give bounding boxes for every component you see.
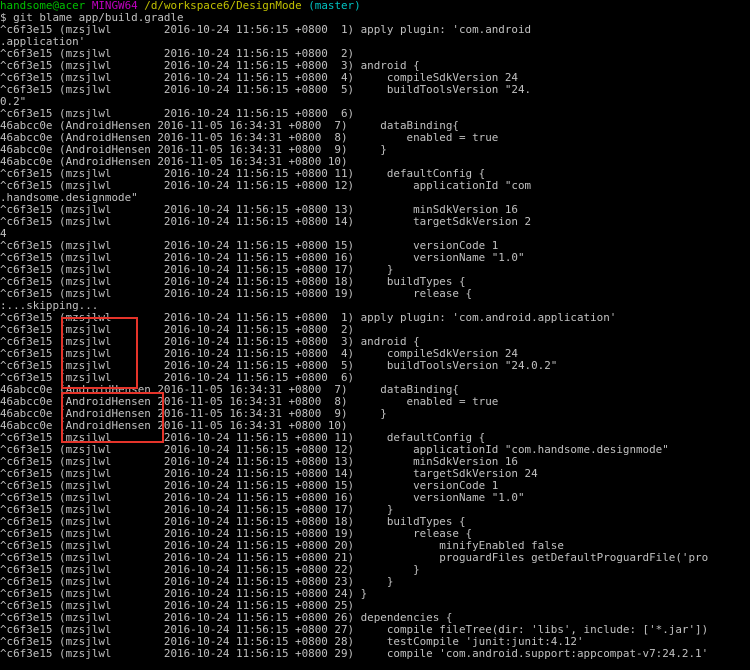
blame-line: ^c6f3e15 (mzsjlwl 2016-10-24 11:56:15 +0… bbox=[0, 647, 709, 660]
prompt-branch: (master) bbox=[308, 0, 361, 12]
blame-line: ^c6f3e15 (mzsjlwl 2016-10-24 11:56:15 +0… bbox=[0, 23, 532, 36]
blame-line: ^c6f3e15 (mzsjlwl 2016-10-24 11:56:15 +0… bbox=[0, 287, 473, 300]
blame-line: ^c6f3e15 (mzsjlwl 2016-10-24 11:56:15 +0… bbox=[0, 215, 532, 228]
blame-output-first: ^c6f3e15 (mzsjlwl 2016-10-24 11:56:15 +0… bbox=[0, 24, 750, 300]
blame-output-second: ^c6f3e15 (mzsjlwl 2016-10-24 11:56:15 +0… bbox=[0, 312, 750, 660]
terminal-window[interactable]: handsome@acer MINGW64 /d/workspace6/Desi… bbox=[0, 0, 750, 670]
blame-line: ^c6f3e15 (mzsjlwl 2016-10-24 11:56:15 +0… bbox=[0, 83, 532, 96]
